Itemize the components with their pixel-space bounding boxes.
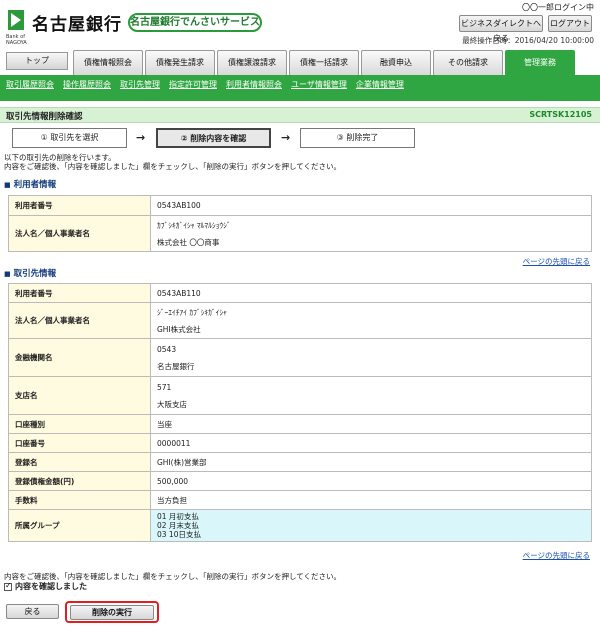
logout-button[interactable]: ログアウト: [548, 15, 592, 32]
group-item: 01 月初支払: [157, 512, 199, 521]
branch-code: 571: [157, 382, 172, 392]
back-button[interactable]: 戻る: [6, 604, 59, 619]
partner-name-label: 法人名／個人事業者名: [8, 302, 151, 339]
table-row: 手数料 当方負担: [8, 490, 592, 510]
bizdirect-return-button[interactable]: ビジネスダイレクトへ戻る: [459, 15, 543, 43]
table-row: 金融機関名 0543 名古屋銀行: [8, 338, 592, 377]
subnav-user-management[interactable]: ユーザ情報管理: [291, 79, 347, 90]
name-kana-value: ｶﾌﾞｼｷｶﾞｲｼｬ ﾏﾙﾏﾙｼｮｳｼﾞ: [157, 220, 231, 230]
table-row: 登録債権金額(円) 500,000: [8, 471, 592, 491]
subnav-permission-management[interactable]: 指定許可管理: [169, 79, 217, 90]
partner-user-no-label: 利用者番号: [8, 283, 151, 303]
group-item: 03 10日支払: [157, 530, 201, 539]
user-no-label: 利用者番号: [8, 195, 151, 216]
group-label: 所属グループ: [8, 509, 151, 542]
subnav-operation-history[interactable]: 操作履歴照会: [63, 79, 111, 90]
top-button[interactable]: トップ: [6, 52, 68, 70]
page-top-link[interactable]: ページの先頭に戻る: [523, 550, 590, 561]
confirm-checkbox[interactable]: [4, 581, 12, 591]
partner-user-no-value: 0543AB110: [150, 283, 592, 303]
table-row: 法人名／個人事業者名 ｼﾞｰｴｲﾁｱｲ ｶﾌﾞｼｷｶﾞｲｼｬ GHI株式会社: [8, 302, 592, 339]
account-type-label: 口座種別: [8, 414, 151, 434]
page-title: 取引先情報削除確認: [6, 112, 83, 122]
partner-info-table: 利用者番号 0543AB110 法人名／個人事業者名 ｼﾞｰｴｲﾁｱｲ ｶﾌﾞｼ…: [8, 283, 592, 542]
table-row: 口座番号 0000011: [8, 433, 592, 453]
account-no-value: 0000011: [150, 433, 592, 453]
table-row: 法人名／個人事業者名 ｶﾌﾞｼｷｶﾞｲｼｬ ﾏﾙﾏﾙｼｮｳｼﾞ 株式会社 〇〇商…: [8, 215, 592, 252]
tab-bulk-request[interactable]: 債権一括請求: [289, 50, 359, 75]
tab-other-requests[interactable]: その他請求: [433, 50, 503, 75]
login-status: 〇〇一郎ログイン中: [522, 3, 594, 12]
table-row: 口座種別 当座: [8, 414, 592, 434]
confirm-row: 内容を確認しました: [4, 581, 87, 592]
bank-logo-subtext: Bank of NAGOYA: [6, 34, 27, 46]
account-type-value: 当座: [150, 414, 592, 434]
table-row: 利用者番号 0543AB110: [8, 283, 592, 303]
registered-name-value: GHI(株)営業部: [150, 452, 592, 472]
subnav-company-management[interactable]: 企業情報管理: [356, 79, 404, 90]
name-value: 株式会社 〇〇商事: [157, 237, 220, 247]
execute-delete-button[interactable]: 削除の実行: [70, 605, 154, 620]
branch-label: 支店名: [8, 376, 151, 415]
step-confirm-deletion: ② 削除内容を確認: [156, 128, 271, 148]
last-operation-time: 最終操作日時：2016/04/20 10:00:00: [462, 36, 594, 45]
tab-financing[interactable]: 融資申込: [361, 50, 431, 75]
subnav-partner-management[interactable]: 取引先管理: [120, 79, 160, 90]
bank-name: 名古屋銀行: [157, 361, 195, 371]
page-top-link[interactable]: ページの先頭に戻る: [523, 256, 590, 267]
bank-code: 0543: [157, 344, 177, 354]
branch-name: 大阪支店: [157, 399, 187, 409]
amount-value: 500,000: [150, 471, 592, 491]
section-heading-partner-info: 取引先情報: [4, 267, 57, 279]
confirm-label: 内容を確認しました: [15, 582, 87, 591]
user-no-value: 0543AB100: [150, 195, 592, 216]
partner-name: GHI株式会社: [157, 324, 201, 334]
fee-label: 手数料: [8, 490, 151, 510]
tab-bond-transfer[interactable]: 債権譲渡請求: [217, 50, 287, 75]
service-name-badge: 名古屋銀行でんさいサービス: [128, 13, 262, 32]
table-row: 登録名 GHI(株)営業部: [8, 452, 592, 472]
step-arrow-icon: →: [281, 131, 291, 144]
screen-id: SCRTSK12105: [529, 110, 592, 119]
tab-bond-issue[interactable]: 債権発生請求: [145, 50, 215, 75]
partner-name-kana: ｼﾞｰｴｲﾁｱｲ ｶﾌﾞｼｷｶﾞｲｼｬ: [157, 307, 227, 317]
table-row: 利用者番号 0543AB100: [8, 195, 592, 216]
group-item: 02 月末支払: [157, 521, 199, 530]
table-row: 支店名 571 大阪支店: [8, 376, 592, 415]
amount-label: 登録債権金額(円): [8, 471, 151, 491]
step-arrow-icon: →: [136, 131, 146, 144]
execute-highlight-frame: 削除の実行: [65, 601, 159, 623]
registered-name-label: 登録名: [8, 452, 151, 472]
account-no-label: 口座番号: [8, 433, 151, 453]
step-deletion-complete: ③ 削除完了: [300, 128, 415, 148]
bank-logo-text: 名古屋銀行: [32, 15, 122, 35]
main-tabs: 債権情報照会 債権発生請求 債権譲渡請求 債権一括請求 融資申込 その他請求 管…: [73, 50, 575, 76]
tab-bond-inquiry[interactable]: 債権情報照会: [73, 50, 143, 75]
sub-nav-links: 取引履歴照会 操作履歴照会 取引先管理 指定許可管理 利用者情報照会 ユーザ情報…: [6, 79, 404, 90]
name-label: 法人名／個人事業者名: [8, 215, 151, 252]
subnav-transaction-history[interactable]: 取引履歴照会: [6, 79, 54, 90]
table-row: 所属グループ 01 月初支払 02 月末支払 03 10日支払: [8, 509, 592, 542]
bank-label: 金融機関名: [8, 338, 151, 377]
page-title-bar: [0, 107, 600, 123]
user-info-table: 利用者番号 0543AB100 法人名／個人事業者名 ｶﾌﾞｼｷｶﾞｲｼｬ ﾏﾙ…: [8, 195, 592, 252]
tab-management[interactable]: 管理業務: [505, 50, 575, 76]
section-heading-user-info: 利用者情報: [4, 178, 57, 190]
subnav-user-info[interactable]: 利用者情報照会: [226, 79, 282, 90]
fee-value: 当方負担: [150, 490, 592, 510]
step-select-partner: ① 取引先を選択: [12, 128, 127, 148]
instruction-text: 以下の取引先の削除を行います。 内容をご確認後、「内容を確認しました」欄をチェッ…: [4, 153, 342, 171]
nagoya-bank-logo-icon: [6, 8, 26, 32]
